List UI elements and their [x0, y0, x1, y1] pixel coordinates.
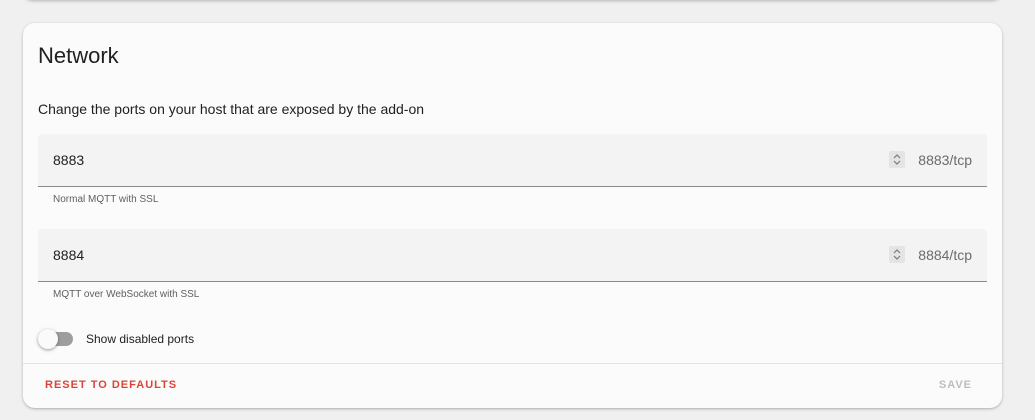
port-helper-text: MQTT over WebSocket with SSL	[53, 289, 200, 300]
port-value[interactable]: 8883	[53, 152, 84, 168]
port-input-8883[interactable]: 8883 8883/tcp	[38, 134, 987, 187]
show-disabled-ports-toggle[interactable]	[37, 329, 77, 349]
port-helper-text: Normal MQTT with SSL	[53, 194, 159, 205]
network-card: Network Change the ports on your host th…	[23, 23, 1002, 408]
card-actions-divider	[23, 363, 1002, 364]
card-description: Change the ports on your host that are e…	[38, 101, 425, 117]
toggle-label: Show disabled ports	[86, 332, 195, 346]
port-suffix: 8884/tcp	[918, 247, 972, 263]
card-title: Network	[38, 43, 119, 68]
port-suffix: 8883/tcp	[918, 152, 972, 168]
port-input-8884[interactable]: 8884 8884/tcp	[38, 229, 987, 282]
port-value[interactable]: 8884	[53, 247, 84, 263]
reset-to-defaults-button[interactable]: RESET TO DEFAULTS	[45, 379, 177, 391]
toggle-thumb[interactable]	[38, 329, 58, 349]
save-button[interactable]: SAVE	[939, 379, 972, 391]
unfold-icon[interactable]	[889, 246, 905, 263]
unfold-icon[interactable]	[889, 151, 905, 168]
